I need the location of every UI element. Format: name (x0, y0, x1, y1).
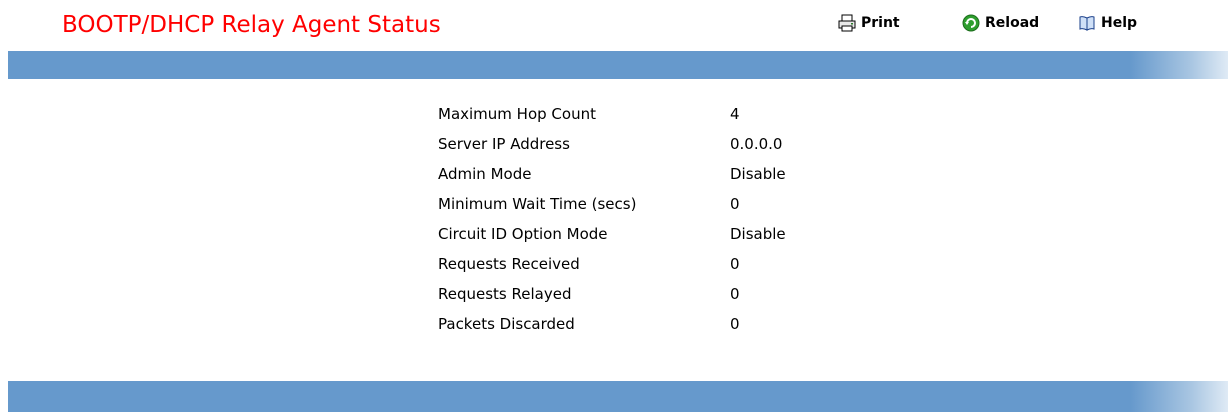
print-button[interactable]: Print (838, 14, 900, 32)
row-value: 0.0.0.0 (730, 135, 783, 153)
row-label: Minimum Wait Time (secs) (438, 195, 637, 213)
table-row: Requests Relayed 0 (430, 279, 858, 309)
table-row: Packets Discarded 0 (430, 309, 858, 339)
row-label: Server IP Address (438, 135, 570, 153)
table-row: Server IP Address 0.0.0.0 (430, 129, 858, 159)
print-label: Print (861, 15, 900, 31)
status-table: Maximum Hop Count 4 Server IP Address 0.… (430, 99, 858, 339)
printer-icon (838, 14, 856, 32)
reload-icon (962, 14, 980, 32)
row-label: Circuit ID Option Mode (438, 225, 608, 243)
row-label: Admin Mode (438, 165, 532, 183)
row-value: 0 (730, 195, 740, 213)
row-value: 0 (730, 285, 740, 303)
book-icon (1078, 14, 1096, 32)
table-row: Requests Received 0 (430, 249, 858, 279)
help-label: Help (1101, 15, 1138, 31)
row-label: Requests Received (438, 255, 580, 273)
reload-label: Reload (985, 15, 1040, 31)
table-row: Admin Mode Disable (430, 159, 858, 189)
page-title: BOOTP/DHCP Relay Agent Status (62, 12, 441, 38)
header-band (8, 51, 1228, 79)
row-value: 0 (730, 315, 740, 333)
help-button[interactable]: Help (1078, 14, 1137, 32)
table-row: Circuit ID Option Mode Disable (430, 219, 858, 249)
page-header: BOOTP/DHCP Relay Agent Status Print Relo… (0, 0, 1228, 50)
row-label: Requests Relayed (438, 285, 572, 303)
table-row: Maximum Hop Count 4 (430, 99, 858, 129)
table-row: Minimum Wait Time (secs) 0 (430, 189, 858, 219)
row-label: Maximum Hop Count (438, 105, 596, 123)
row-value: Disable (730, 225, 786, 243)
reload-button[interactable]: Reload (962, 14, 1039, 32)
row-label: Packets Discarded (438, 315, 575, 333)
row-value: Disable (730, 165, 786, 183)
row-value: 4 (730, 105, 740, 123)
footer-band (8, 381, 1228, 412)
row-value: 0 (730, 255, 740, 273)
